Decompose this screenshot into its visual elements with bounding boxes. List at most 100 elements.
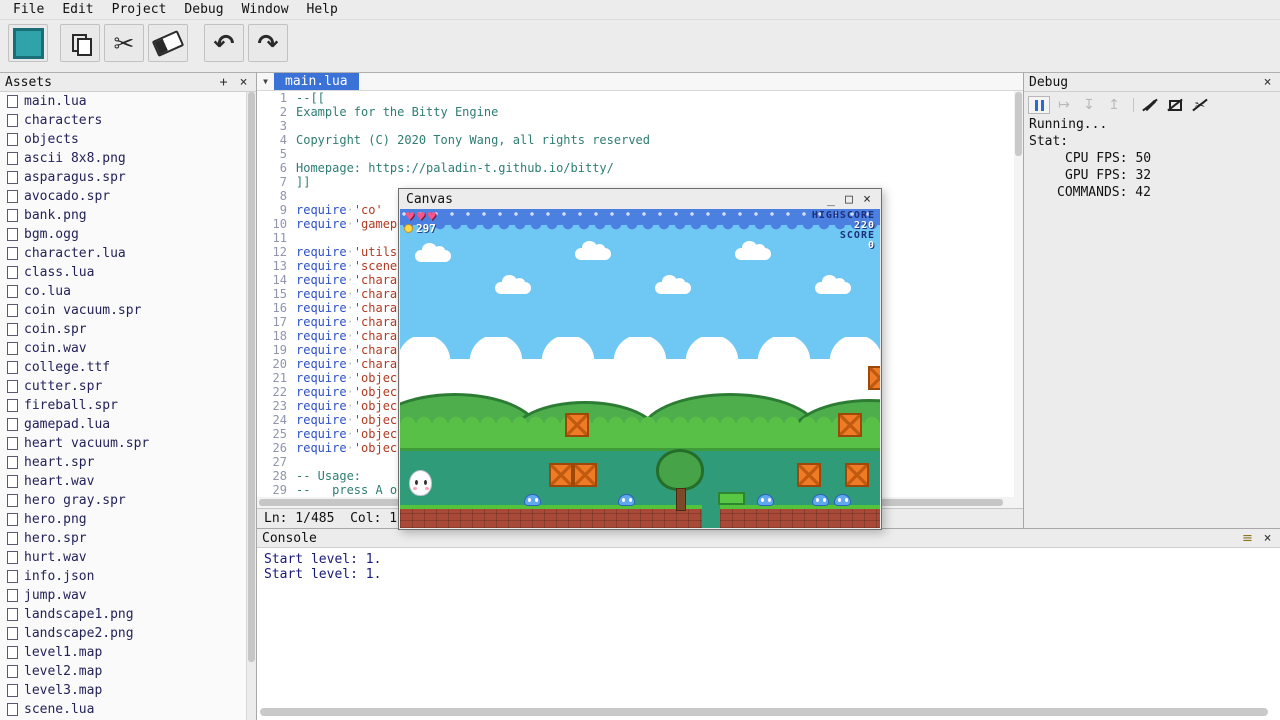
- canvas-title-bar[interactable]: Canvas _ □ ×: [399, 189, 881, 209]
- run-button[interactable]: [8, 24, 48, 62]
- add-asset-button[interactable]: +: [216, 75, 231, 90]
- menu-item-project[interactable]: Project: [103, 1, 176, 18]
- asset-item[interactable]: hero.spr: [0, 529, 247, 548]
- toggle-breakpoints-button[interactable]: [1164, 96, 1186, 114]
- debug-close-button[interactable]: ×: [1260, 75, 1275, 90]
- copy-button[interactable]: [60, 24, 100, 62]
- menu-item-debug[interactable]: Debug: [175, 1, 232, 18]
- line-number: 17: [257, 315, 296, 329]
- brick-ground-left: [400, 505, 702, 528]
- asset-item[interactable]: scene.lua: [0, 700, 247, 719]
- asset-item[interactable]: hero gray.spr: [0, 491, 247, 510]
- console-menu-icon[interactable]: ≡: [1240, 531, 1255, 546]
- code-token: Copyright (C) 2020 Tony Wang, all rights…: [296, 133, 650, 147]
- asset-label: objects: [24, 132, 79, 147]
- asset-item[interactable]: class.lua: [0, 263, 247, 282]
- code-token: ·: [347, 329, 354, 343]
- asset-item[interactable]: bank.png: [0, 206, 247, 225]
- asset-item[interactable]: info.json: [0, 567, 247, 586]
- file-icon: [7, 361, 18, 374]
- tab-list-dropdown[interactable]: ▼: [257, 73, 274, 90]
- asset-item[interactable]: hurt.wav: [0, 548, 247, 567]
- asset-item[interactable]: landscape1.png: [0, 605, 247, 624]
- code-token: 'chara: [354, 301, 397, 315]
- pause-button[interactable]: [1028, 96, 1050, 114]
- asset-label: coin.spr: [24, 322, 87, 337]
- code-token: require: [296, 329, 347, 343]
- code-line[interactable]: 6Homepage: https://paladin-t.github.io/b…: [257, 161, 1023, 175]
- menu-item-help[interactable]: Help: [298, 1, 347, 18]
- asset-item[interactable]: gamepad.lua: [0, 415, 247, 434]
- code-line[interactable]: 1--[[: [257, 91, 1023, 105]
- code-line[interactable]: 5: [257, 147, 1023, 161]
- asset-item[interactable]: heart.wav: [0, 472, 247, 491]
- game-viewport[interactable]: ♥♥♥ 297 HIGHSCORE 220 SCORE 0: [400, 209, 880, 528]
- asset-item[interactable]: co.lua: [0, 282, 247, 301]
- editor-vscroll-thumb[interactable]: [1015, 92, 1022, 156]
- asset-item[interactable]: cutter.spr: [0, 377, 247, 396]
- asset-item[interactable]: level3.map: [0, 681, 247, 700]
- asset-item[interactable]: main.lua: [0, 92, 247, 111]
- menu-item-window[interactable]: Window: [233, 1, 298, 18]
- asset-item[interactable]: level2.map: [0, 662, 247, 681]
- asset-label: coin vacuum.spr: [24, 303, 141, 318]
- asset-item[interactable]: heart vacuum.spr: [0, 434, 247, 453]
- minimize-button[interactable]: _: [824, 192, 838, 207]
- maximize-button[interactable]: □: [842, 192, 856, 207]
- code-line[interactable]: 7]]: [257, 175, 1023, 189]
- erase-button[interactable]: [148, 24, 188, 62]
- asset-item[interactable]: avocado.spr: [0, 187, 247, 206]
- undo-button[interactable]: ↶: [204, 24, 244, 62]
- console-hscroll-thumb[interactable]: [260, 708, 1268, 716]
- asset-item[interactable]: college.ttf: [0, 358, 247, 377]
- console-line: Start level: 1.: [264, 552, 1273, 567]
- tab-main-lua[interactable]: main.lua: [274, 73, 359, 90]
- file-icon: [7, 247, 18, 260]
- asset-item[interactable]: heart.spr: [0, 453, 247, 472]
- assets-scroll-thumb[interactable]: [248, 92, 255, 662]
- asset-item[interactable]: bgm.ogg: [0, 225, 247, 244]
- menu-item-edit[interactable]: Edit: [53, 1, 102, 18]
- canvas-close-button[interactable]: ×: [860, 192, 874, 207]
- asset-item[interactable]: coin vacuum.spr: [0, 301, 247, 320]
- code-token: 'objec: [354, 441, 397, 455]
- asset-item[interactable]: character.lua: [0, 244, 247, 263]
- crate-sprite: [797, 463, 821, 487]
- cut-button[interactable]: ✂: [104, 24, 144, 62]
- redo-button[interactable]: ↷: [248, 24, 288, 62]
- line-number: 4: [257, 133, 296, 147]
- console-body[interactable]: Start level: 1.Start level: 1.: [257, 548, 1280, 586]
- asset-item[interactable]: characters: [0, 111, 247, 130]
- run-icon: [13, 28, 44, 59]
- asset-label: characters: [24, 113, 102, 128]
- menu-item-file[interactable]: File: [4, 1, 53, 18]
- asset-item[interactable]: coin.wav: [0, 339, 247, 358]
- file-icon: [7, 190, 18, 203]
- code-token: ·: [347, 259, 354, 273]
- asset-item[interactable]: fireball.spr: [0, 396, 247, 415]
- asset-item[interactable]: coin.spr: [0, 320, 247, 339]
- asset-item[interactable]: jump.wav: [0, 586, 247, 605]
- code-token: require: [296, 203, 347, 217]
- console-close-button[interactable]: ×: [1260, 531, 1275, 546]
- step-out-button: ↥: [1103, 96, 1125, 114]
- console-panel-title: Console: [262, 531, 1235, 546]
- clear-breakpoints-button[interactable]: ✂: [1189, 96, 1211, 114]
- code-line[interactable]: 3: [257, 119, 1023, 133]
- asset-item[interactable]: level1.map: [0, 643, 247, 662]
- code-line[interactable]: 2Example for the Bitty Engine: [257, 105, 1023, 119]
- asset-item[interactable]: objects: [0, 130, 247, 149]
- code-token: 'utils': [354, 245, 405, 259]
- asset-label: level3.map: [24, 683, 102, 698]
- asset-label: hero.png: [24, 512, 87, 527]
- asset-item[interactable]: hero.png: [0, 510, 247, 529]
- redo-icon: ↷: [258, 31, 279, 56]
- asset-item[interactable]: landscape2.png: [0, 624, 247, 643]
- asset-item[interactable]: asparagus.spr: [0, 168, 247, 187]
- asset-item[interactable]: ascii 8x8.png: [0, 149, 247, 168]
- code-line[interactable]: 4Copyright (C) 2020 Tony Wang, all right…: [257, 133, 1023, 147]
- assets-scrollbar[interactable]: [246, 92, 256, 720]
- modify-breakpoint-button[interactable]: [1139, 96, 1161, 114]
- assets-close-button[interactable]: ×: [236, 75, 251, 90]
- debug-panel: Debug × ↦ ↧ ↥ ✂ Running... Stat: CPU FPS…: [1023, 72, 1280, 528]
